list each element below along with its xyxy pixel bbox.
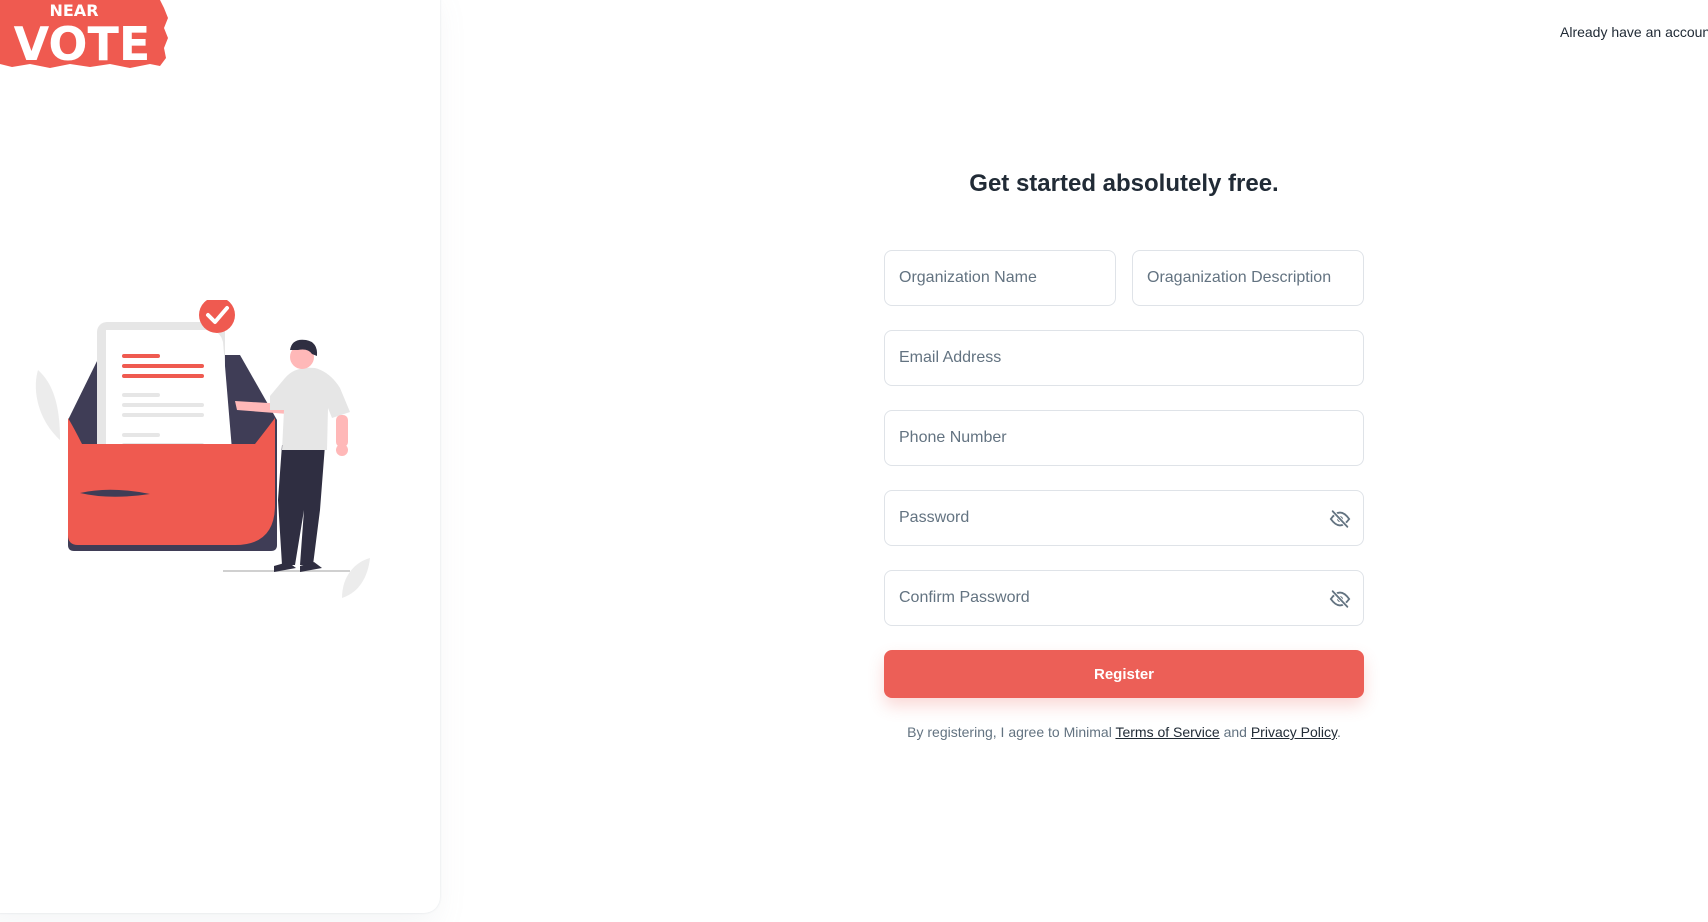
eye-off-icon — [1329, 589, 1351, 609]
org-name-input[interactable] — [885, 251, 1115, 305]
confirm-password-visibility-toggle[interactable] — [1327, 586, 1353, 612]
org-name-field[interactable] — [884, 250, 1116, 306]
confirm-password-input[interactable] — [885, 571, 1363, 625]
login-prompt: Already have an account? — [1560, 24, 1708, 40]
terms-text: By registering, I agree to Minimal Terms… — [884, 724, 1364, 740]
email-input[interactable] — [885, 331, 1363, 385]
register-page: NEAR VOTE Already have an account? Get s… — [0, 0, 1708, 922]
eye-off-icon — [1329, 509, 1351, 529]
terms-of-service-link[interactable]: Terms of Service — [1115, 724, 1219, 740]
password-input[interactable] — [885, 491, 1363, 545]
phone-input[interactable] — [885, 411, 1363, 465]
email-field[interactable] — [884, 330, 1364, 386]
terms-middle: and — [1219, 724, 1251, 740]
form-title: Get started absolutely free. — [969, 170, 1279, 197]
register-button[interactable]: Register — [884, 650, 1364, 698]
org-description-input[interactable] — [1133, 251, 1363, 305]
logo-main-text: VOTE — [14, 17, 151, 70]
org-description-field[interactable] — [1132, 250, 1364, 306]
terms-prefix: By registering, I agree to Minimal — [907, 724, 1116, 740]
near-vote-logo[interactable]: NEAR VOTE — [0, 0, 172, 71]
ballot-image — [35, 297, 370, 598]
password-field[interactable] — [884, 490, 1364, 546]
confirm-password-field[interactable] — [884, 570, 1364, 626]
phone-field[interactable] — [884, 410, 1364, 466]
terms-suffix: . — [1336, 724, 1341, 740]
ballot-illustration — [30, 297, 390, 610]
password-visibility-toggle[interactable] — [1327, 506, 1353, 532]
logo-graphic: NEAR VOTE — [0, 0, 168, 71]
privacy-policy-link[interactable]: Privacy Policy — [1251, 724, 1337, 740]
